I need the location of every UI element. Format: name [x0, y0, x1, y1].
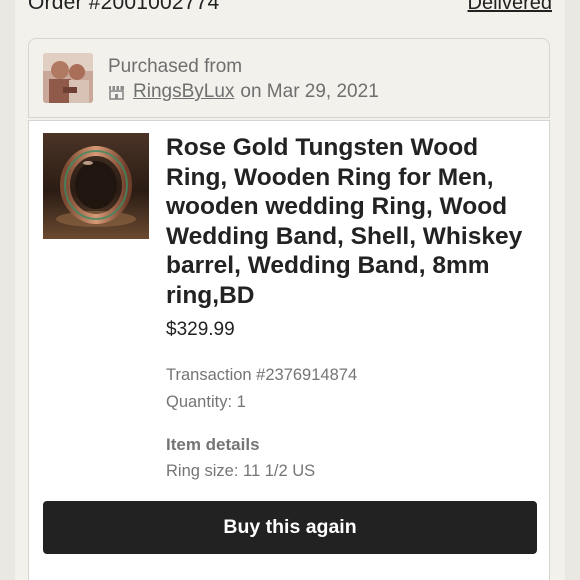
quantity: Quantity: 1 [166, 393, 246, 411]
ring-image [43, 133, 149, 239]
item-price: $329.99 [166, 319, 235, 340]
purchased-from-label: Purchased from [108, 56, 243, 77]
purchase-info: Purchased from RingsByLux on Mar 29, 202… [28, 38, 550, 118]
ring-size: Ring size: 11 1/2 US [166, 462, 316, 480]
buy-again-button[interactable]: Buy this again [43, 501, 537, 554]
right-margin [565, 0, 580, 580]
item-thumbnail[interactable] [43, 133, 149, 239]
shop-avatar[interactable] [43, 53, 93, 103]
transaction-number: Transaction #2376914874 [166, 366, 358, 384]
item-details-heading: Item details [166, 435, 260, 454]
order-detail-page: Order #2001002774 Delivered Purchased fr… [0, 0, 580, 580]
shop-line: RingsByLux on Mar 29, 2021 [108, 81, 379, 103]
shop-name-link[interactable]: RingsByLux [133, 81, 234, 103]
purchase-date: on Mar 29, 2021 [240, 81, 379, 102]
order-number: Order #2001002774 [28, 0, 220, 14]
shop-icon [108, 84, 125, 101]
left-margin [0, 0, 15, 580]
item-title-link[interactable]: Rose Gold Tungsten Wood Ring, Wooden Rin… [166, 133, 544, 311]
shop-avatar-image [43, 53, 93, 103]
order-status-link[interactable]: Delivered [468, 0, 552, 15]
order-header: Order #2001002774 Delivered [28, 0, 552, 18]
item-card: Rose Gold Tungsten Wood Ring, Wooden Rin… [28, 120, 550, 580]
